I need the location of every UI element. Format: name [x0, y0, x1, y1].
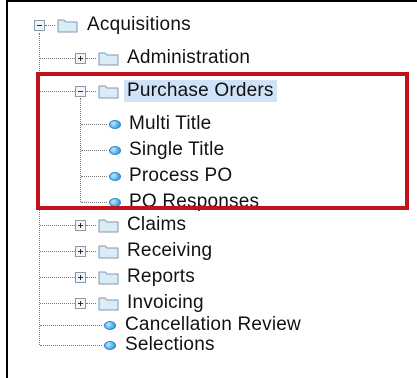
tree-item-claims[interactable]: Claims	[124, 212, 189, 238]
folder-icon	[98, 219, 119, 233]
expand-toggle-reports[interactable]	[75, 272, 86, 283]
leaf-bullet-icon	[104, 341, 116, 350]
tree-connector	[40, 251, 75, 252]
tree-item-label: Reports	[127, 266, 195, 287]
tree-connector	[86, 225, 96, 226]
tree-connector	[40, 225, 75, 226]
tree-item-label: Administration	[127, 47, 251, 68]
tree-item-label: Claims	[127, 214, 187, 235]
tree-connector	[40, 58, 75, 59]
tree-item-administration[interactable]: Administration	[124, 45, 253, 71]
collapse-toggle-acquisitions[interactable]	[34, 20, 45, 31]
tree-item-selections[interactable]: Selections	[122, 332, 218, 358]
tree-connector	[86, 277, 96, 278]
tree-connector	[86, 58, 96, 59]
expand-toggle-invoicing[interactable]	[75, 298, 86, 309]
folder-icon	[98, 271, 119, 285]
tree-connector	[40, 345, 102, 346]
tree-item-label: Selections	[125, 334, 215, 355]
acquisitions-tree: Acquisitions Administration Purchase Ord…	[0, 0, 417, 378]
tree-item-label: Receiving	[127, 240, 213, 261]
tree-connector	[86, 303, 96, 304]
expand-toggle-administration[interactable]	[75, 53, 86, 64]
frame-top-border	[6, 0, 417, 2]
tree-connector	[40, 325, 102, 326]
tree-item-reports[interactable]: Reports	[124, 264, 198, 290]
folder-open-icon	[57, 19, 78, 33]
tree-connector	[40, 303, 75, 304]
folder-icon	[98, 297, 119, 311]
highlight-box	[36, 72, 409, 210]
tree-item-acquisitions[interactable]: Acquisitions	[84, 12, 194, 38]
tree-connector	[45, 25, 55, 26]
tree-connector	[86, 251, 96, 252]
leaf-bullet-icon	[104, 321, 116, 330]
tree-item-receiving[interactable]: Receiving	[124, 238, 215, 264]
folder-icon	[98, 52, 119, 66]
frame-left-border	[6, 0, 8, 378]
tree-connector	[40, 277, 75, 278]
folder-icon	[98, 245, 119, 259]
expand-toggle-receiving[interactable]	[75, 246, 86, 257]
tree-item-label: Invoicing	[127, 292, 204, 313]
tree-item-label: Acquisitions	[87, 14, 191, 35]
expand-toggle-claims[interactable]	[75, 220, 86, 231]
